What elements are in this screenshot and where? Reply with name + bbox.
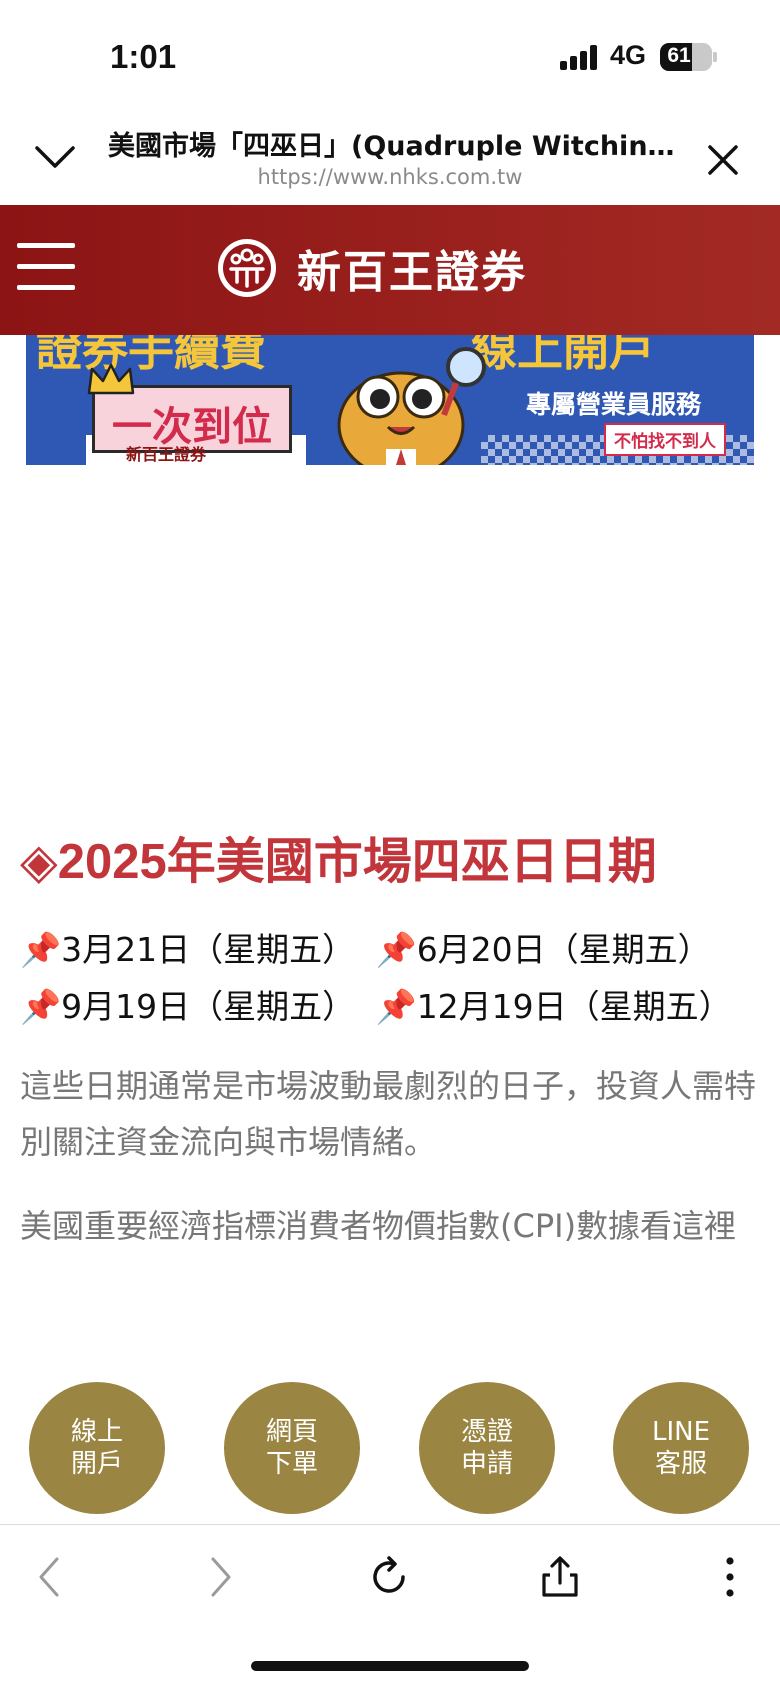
article-paragraph-1: 這些日期通常是市場波動最劇烈的日子，投資人需特別關注資金流向與市場情緒。 <box>20 1067 757 1161</box>
status-bar: 1:01 4G 61 <box>0 0 780 110</box>
qa-label-line2: 申請 <box>460 1449 513 1479</box>
witching-date-3: 📌9月19日（星期五） <box>20 980 355 1028</box>
article-heading-text: 2025年美國市場四巫日日期 <box>57 835 657 889</box>
pushpin-icon: 📌 <box>20 930 62 969</box>
quick-actions-bar: 線上 開戶 網頁 下單 憑證 申請 LINE 客服 <box>0 1382 780 1516</box>
banner-subtitle: 專屬營業員服務 <box>526 390 702 419</box>
qa-label-line2: 客服 <box>654 1449 707 1479</box>
back-icon[interactable] <box>29 1555 73 1599</box>
reload-icon[interactable] <box>367 1555 411 1599</box>
pushpin-icon: 📌 <box>20 987 62 1026</box>
open-account-button[interactable]: 線上 開戶 <box>29 1382 165 1514</box>
site-header: 新百王證券 <box>0 205 780 335</box>
date-text: 6月20日（星期五） <box>416 930 711 969</box>
browser-url-bar: 美國市場「四巫日」(Quadruple Witchin... https://w… <box>0 110 780 205</box>
banner-tag: 不怕找不到人 <box>604 423 726 456</box>
witching-date-4: 📌12月19日（星期五） <box>376 980 732 1028</box>
home-indicator[interactable] <box>251 1661 529 1671</box>
qa-label-line2: 開戶 <box>70 1449 123 1479</box>
cpi-link[interactable]: 美國重要經濟指標消費者物價指數(CPI)數據看這裡 <box>20 1198 760 1254</box>
date-text: 12月19日（星期五） <box>416 987 732 1026</box>
page-title[interactable]: 美國市場「四巫日」(Quadruple Witchin... <box>108 124 678 163</box>
witching-date-1: 📌3月21日（星期五） <box>20 923 355 971</box>
frog-mascot-icon <box>337 347 486 465</box>
hamburger-menu-icon[interactable] <box>17 243 75 291</box>
status-time: 1:01 <box>110 38 177 75</box>
date-text: 9月19日（星期五） <box>61 987 356 1026</box>
share-icon[interactable] <box>538 1555 582 1599</box>
more-icon[interactable] <box>708 1555 752 1599</box>
page-url[interactable]: https://www.nhks.com.tw <box>0 165 780 189</box>
line-support-button[interactable]: LINE 客服 <box>613 1382 749 1514</box>
qa-label-line1: 線上 <box>70 1417 123 1447</box>
forward-icon[interactable] <box>197 1555 241 1599</box>
pushpin-icon: 📌 <box>375 987 417 1026</box>
witching-date-2: 📌6月20日（星期五） <box>376 923 711 971</box>
brand-logo-link[interactable]: 新百王證券 <box>215 235 527 301</box>
close-icon[interactable] <box>707 144 739 176</box>
brand-name: 新百王證券 <box>297 247 527 298</box>
date-row-1: 📌3月21日（星期五） 📌6月20日（星期五） <box>20 923 711 971</box>
promo-banner[interactable]: 證券手續費 線上開戶 一次到位 新百王證券 專屬營業員服務 不怕找不到人 <box>26 335 754 465</box>
crown-icon <box>87 363 135 395</box>
certificate-apply-button[interactable]: 憑證 申請 <box>419 1382 555 1514</box>
web-order-button[interactable]: 網頁 下單 <box>224 1382 360 1514</box>
battery-level: 61 <box>667 44 691 67</box>
pushpin-icon: 📌 <box>375 930 417 969</box>
battery-cap <box>713 52 717 62</box>
signal-strength-icon <box>560 44 600 70</box>
qa-label-line1: LINE <box>651 1417 711 1447</box>
article-heading: ◈2025年美國市場四巫日日期 <box>20 822 657 893</box>
battery-icon: 61 <box>660 43 712 71</box>
qa-label-line2: 下單 <box>265 1449 318 1479</box>
date-text: 3月21日（星期五） <box>61 930 356 969</box>
diamond-marker-icon: ◈ <box>20 833 58 890</box>
brand-logo-icon <box>218 239 276 297</box>
banner-headline-left: 證券手續費 <box>36 335 266 376</box>
banner-headline-right: 線上開戶 <box>471 335 655 376</box>
banner-mini-brand: 新百王證券 <box>126 445 207 464</box>
date-row-2: 📌9月19日（星期五） 📌12月19日（星期五） <box>20 980 732 1028</box>
qa-label-line1: 憑證 <box>460 1417 513 1447</box>
qa-label-line1: 網頁 <box>265 1417 318 1447</box>
network-type: 4G <box>610 40 647 70</box>
